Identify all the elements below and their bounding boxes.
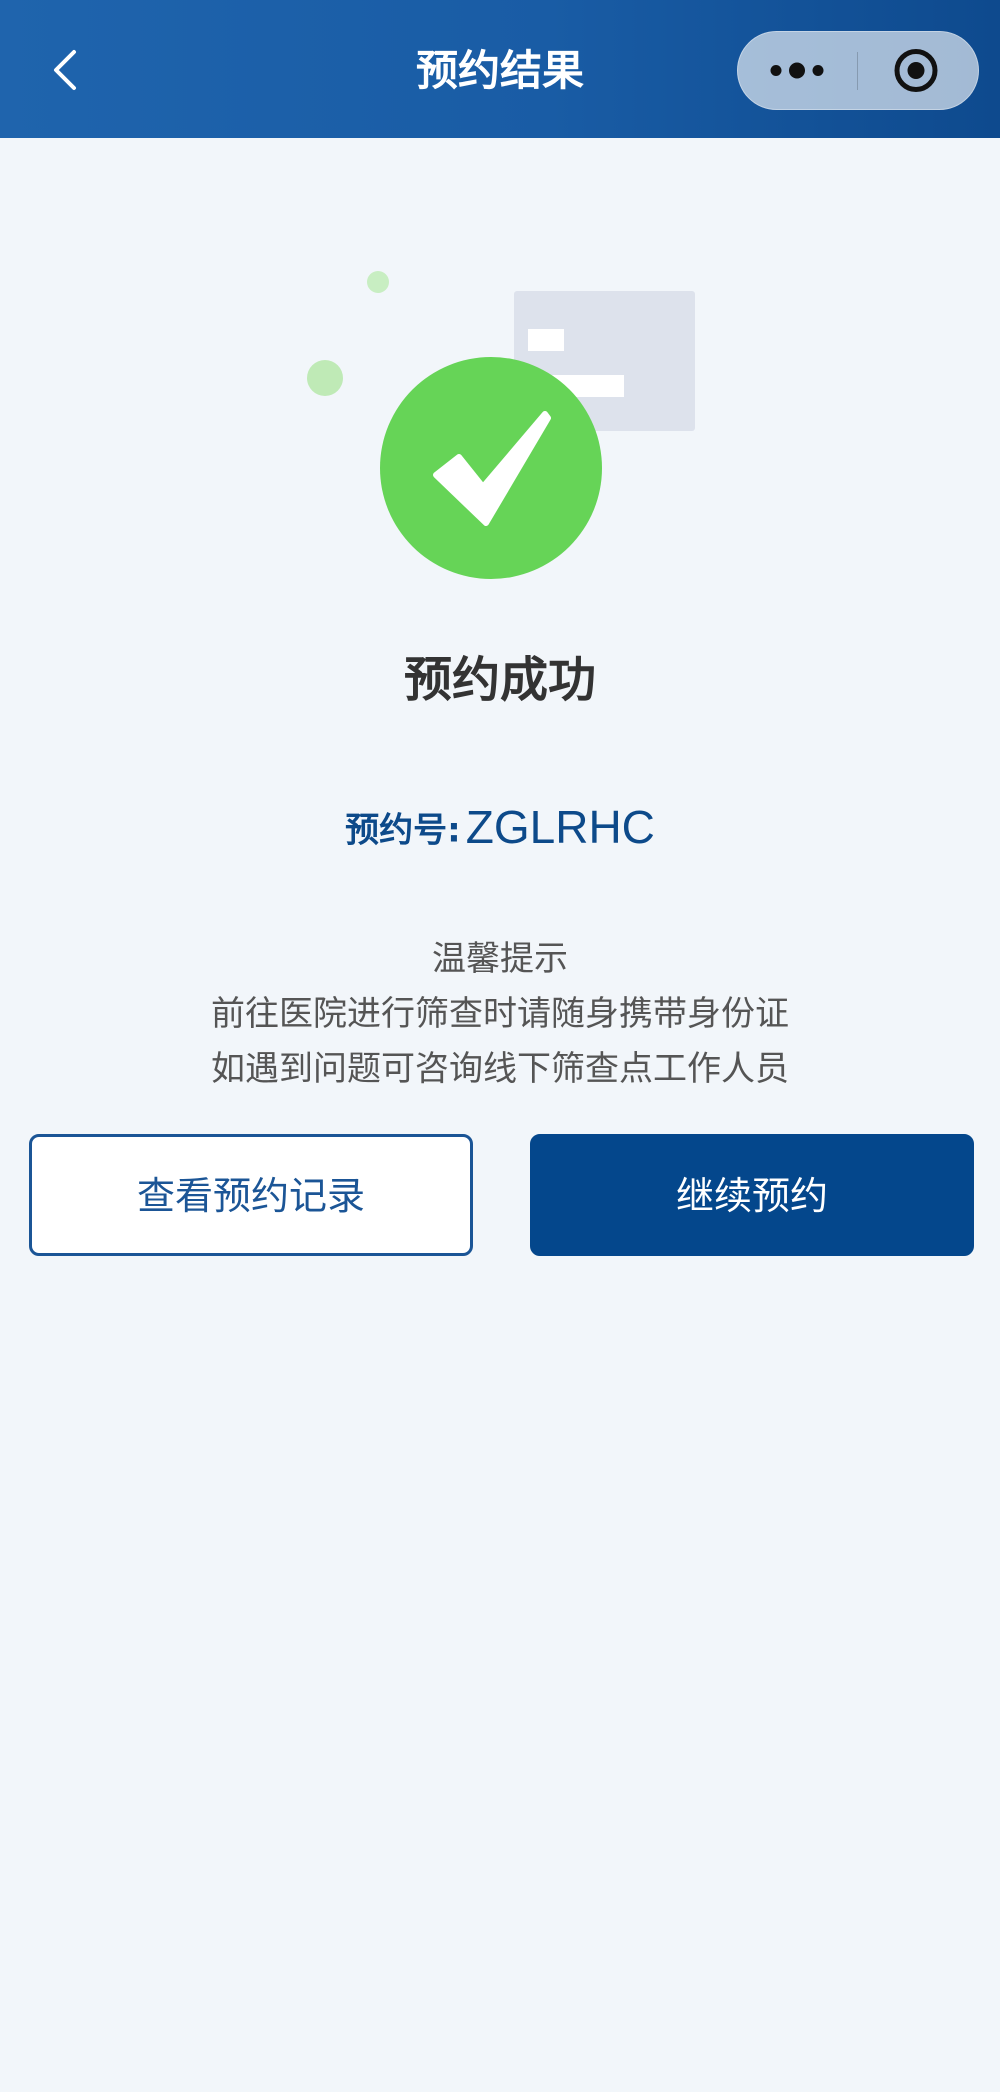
tips-line: 如遇到问题可咨询线下筛查点工作人员: [211, 1049, 789, 1089]
mini-program-capsule: [737, 31, 979, 110]
more-button[interactable]: [738, 32, 858, 109]
decorative-bubble: [367, 271, 389, 293]
back-button[interactable]: [46, 44, 90, 96]
view-records-button[interactable]: 查看预约记录: [29, 1134, 473, 1256]
chevron-left-icon: [54, 50, 76, 90]
success-illustration: [307, 271, 695, 579]
success-check-icon: [380, 357, 602, 579]
close-mini-program-button[interactable]: [858, 32, 978, 109]
booking-status-title: 预约成功: [403, 652, 596, 708]
top-nav-bar: 预约结果: [0, 0, 1000, 138]
more-dots-icon: [770, 62, 824, 79]
booking-number-row: 预约号: ZGLRHC: [0, 800, 1000, 854]
tips-line: 前往医院进行筛查时请随身携带身份证: [211, 994, 789, 1034]
tips-block: 温馨提示 前往医院进行筛查时请随身携带身份证 如遇到问题可咨询线下筛查点工作人员: [0, 932, 1000, 1097]
continue-booking-button[interactable]: 继续预约: [530, 1134, 974, 1256]
document-line: [528, 329, 564, 351]
decorative-bubble: [307, 360, 343, 396]
booking-number-label: 预约号:: [345, 810, 461, 851]
booking-number-value: ZGLRHC: [465, 801, 655, 853]
target-close-icon: [894, 49, 938, 92]
tips-title: 温馨提示: [432, 939, 568, 979]
